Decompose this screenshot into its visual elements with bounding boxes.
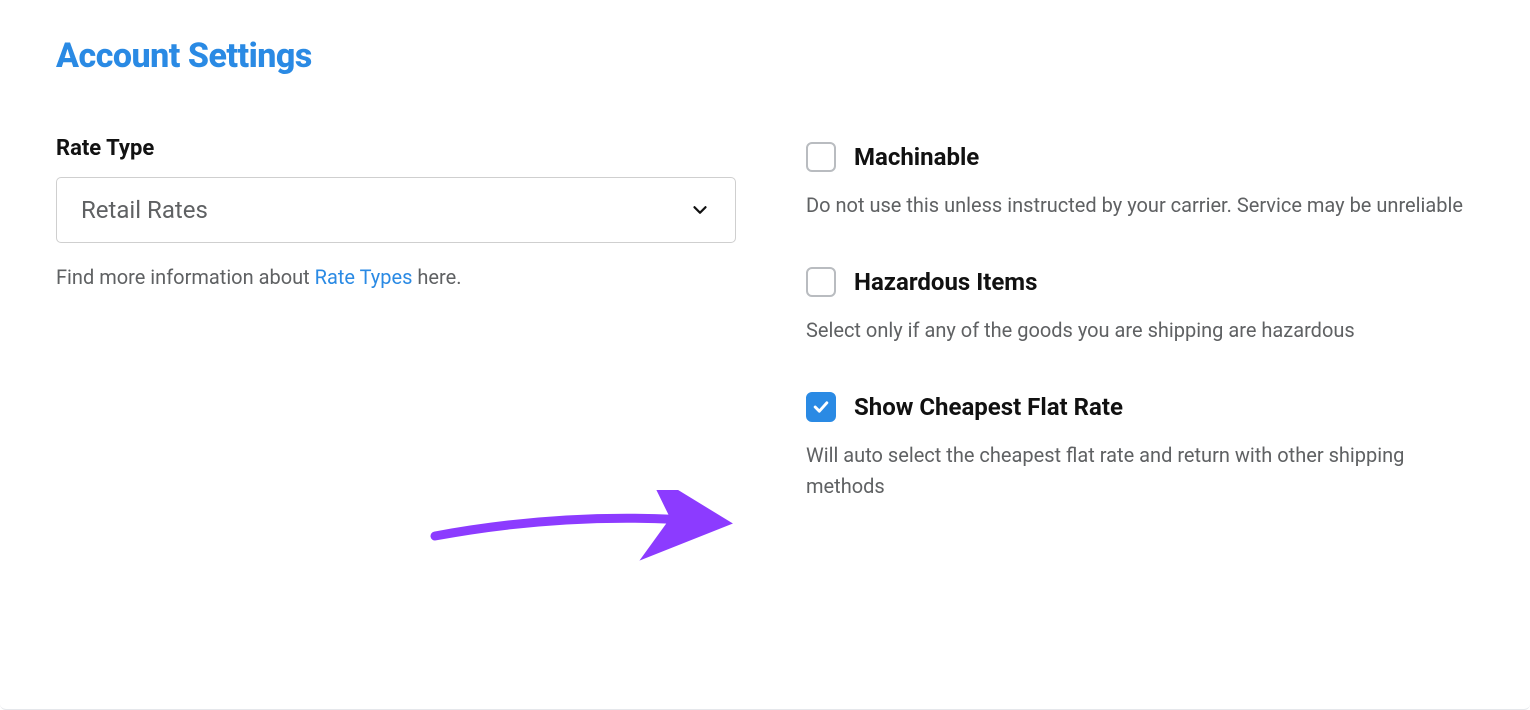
option-cheapest-flat: Show Cheapest Flat Rate Will auto select… — [806, 392, 1466, 502]
option-hazardous: Hazardous Items Select only if any of th… — [806, 267, 1466, 346]
rate-type-column: Rate Type Retail Rates Find more informa… — [56, 136, 736, 536]
page-title: Account Settings — [56, 36, 1482, 76]
rate-type-select[interactable]: Retail Rates — [56, 177, 736, 243]
check-icon — [811, 397, 831, 417]
options-column: Machinable Do not use this unless instru… — [806, 136, 1466, 536]
machinable-label: Machinable — [854, 143, 979, 171]
settings-columns: Rate Type Retail Rates Find more informa… — [56, 136, 1482, 536]
hazardous-checkbox[interactable] — [806, 267, 836, 297]
rate-types-link[interactable]: Rate Types — [315, 265, 413, 289]
machinable-desc: Do not use this unless instructed by you… — [806, 190, 1466, 221]
option-machinable: Machinable Do not use this unless instru… — [806, 142, 1466, 221]
hazardous-desc: Select only if any of the goods you are … — [806, 315, 1466, 346]
chevron-down-icon — [689, 199, 711, 221]
cheapest-flat-checkbox[interactable] — [806, 392, 836, 422]
hint-text-before: Find more information about — [56, 265, 315, 289]
account-settings-panel: Account Settings Rate Type Retail Rates … — [0, 0, 1530, 710]
hazardous-label: Hazardous Items — [854, 268, 1037, 296]
cheapest-flat-desc: Will auto select the cheapest flat rate … — [806, 440, 1466, 502]
rate-type-hint: Find more information about Rate Types h… — [56, 265, 736, 289]
rate-type-label: Rate Type — [56, 136, 736, 161]
cheapest-flat-label: Show Cheapest Flat Rate — [854, 393, 1123, 421]
hint-text-after: here. — [412, 265, 461, 289]
machinable-checkbox[interactable] — [806, 142, 836, 172]
rate-type-value: Retail Rates — [81, 196, 208, 224]
